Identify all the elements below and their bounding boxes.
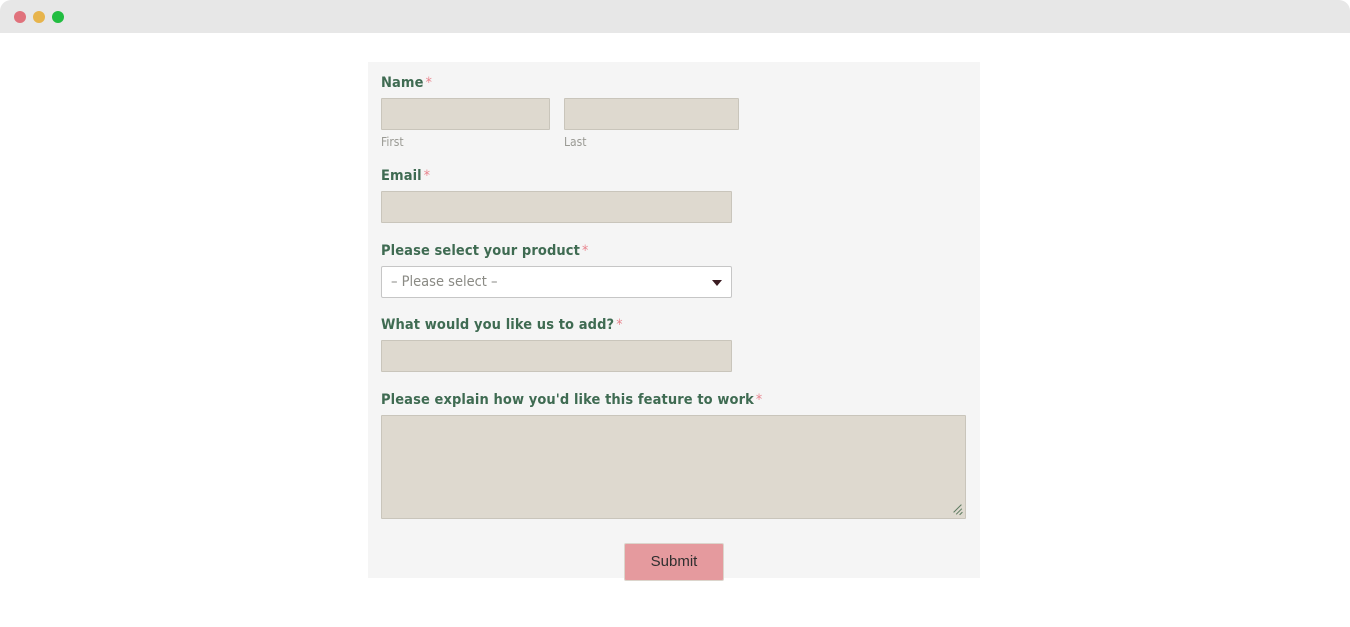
field-feature: What would you like us to add? *: [381, 317, 732, 372]
feature-request-form: Name * First Last Email * Please select …: [368, 62, 980, 581]
field-name-required-marker: *: [425, 75, 432, 91]
chevron-down-icon[interactable]: [712, 280, 722, 286]
window-titlebar: [0, 0, 1350, 33]
field-product-required-marker: *: [581, 243, 589, 259]
field-product-label: Please select your product *: [381, 243, 732, 259]
field-name-label: Name *: [381, 75, 739, 91]
explain-textarea-wrapper: [381, 415, 966, 519]
field-name-label-text: Name: [381, 75, 424, 91]
field-feature-label-text: What would you like us to add?: [381, 317, 615, 333]
field-email-label-text: Email: [381, 168, 422, 184]
app-window: Name * First Last Email * Please select …: [0, 0, 1350, 627]
submit-button[interactable]: Submit: [623, 543, 725, 581]
product-select-wrapper: – Please select –: [381, 266, 732, 298]
field-email-required-marker: *: [423, 168, 431, 184]
field-product: Please select your product * – Please sel…: [381, 243, 732, 298]
explain-textarea[interactable]: [381, 415, 966, 519]
first-name-sublabel: First: [381, 135, 404, 149]
last-name-input[interactable]: [564, 98, 739, 130]
minimize-window-icon[interactable]: [33, 11, 45, 23]
field-name: Name * First Last: [381, 75, 739, 149]
field-email-label: Email *: [381, 168, 732, 184]
field-explain-required-marker: *: [755, 392, 763, 408]
field-feature-label: What would you like us to add? *: [381, 317, 732, 333]
first-name-input[interactable]: [381, 98, 550, 130]
name-row: First Last: [381, 98, 739, 149]
product-select[interactable]: – Please select –: [381, 266, 732, 298]
name-last-column: Last: [564, 98, 739, 149]
page-canvas: Name * First Last Email * Please select …: [0, 33, 1350, 627]
email-field[interactable]: [381, 191, 732, 223]
last-name-sublabel: Last: [564, 135, 587, 149]
field-explain-label-text: Please explain how you'd like this featu…: [381, 392, 754, 408]
field-feature-required-marker: *: [616, 317, 623, 333]
feature-request-input[interactable]: [381, 340, 732, 372]
close-window-icon[interactable]: [14, 11, 26, 23]
submit-row: Submit: [368, 543, 980, 581]
field-email: Email *: [381, 168, 732, 223]
maximize-window-icon[interactable]: [52, 11, 64, 23]
field-explain: Please explain how you'd like this featu…: [381, 392, 966, 519]
field-product-label-text: Please select your product: [381, 243, 580, 259]
name-first-column: First: [381, 98, 550, 149]
product-select-value: – Please select –: [391, 274, 498, 290]
field-explain-label: Please explain how you'd like this featu…: [381, 392, 966, 408]
